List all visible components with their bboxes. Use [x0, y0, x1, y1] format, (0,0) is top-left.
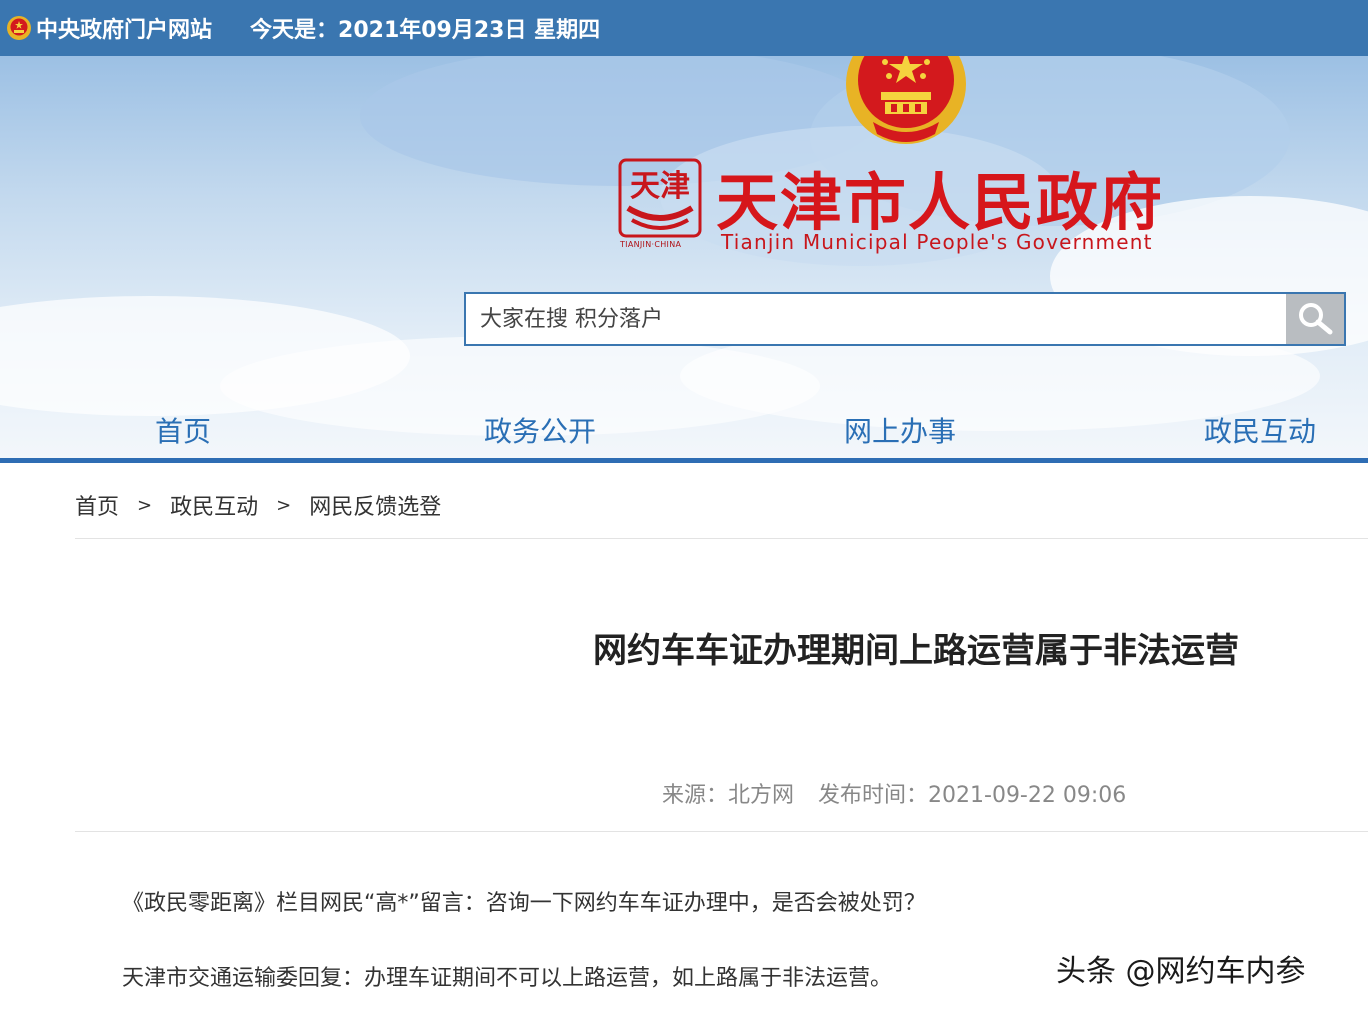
search-box [464, 292, 1346, 346]
site-title: 天津市人民政府 [716, 166, 1165, 239]
central-gov-portal-link[interactable]: 中央政府门户网站 [36, 12, 212, 44]
nav-home[interactable]: 首页 [155, 410, 211, 450]
national-emblem-logo [846, 56, 966, 144]
nav-online-services[interactable]: 网上办事 [844, 410, 956, 450]
svg-text:天津: 天津 [630, 169, 690, 204]
national-emblem-icon [7, 16, 31, 40]
article-paragraph: 《政民零距离》栏目网民“高*”留言：咨询一下网约车车证办理中，是否会被处罚？ [122, 891, 926, 916]
current-date: 今天是：2021年09月23日 星期四 [250, 18, 601, 43]
breadcrumb-separator: > [137, 494, 153, 516]
top-bar: 中央政府门户网站 今天是：2021年09月23日 星期四 [0, 0, 1368, 56]
divider [75, 831, 1368, 832]
article-paragraph: 天津市交通运输委回复：办理车证期间不可以上路运营，如上路属于非法运营。 [122, 966, 893, 991]
search-input[interactable] [466, 294, 1286, 344]
breadcrumb: 首页 > 政民互动 > 网民反馈选登 [75, 489, 441, 521]
divider [75, 538, 1368, 539]
article-title: 网约车车证办理期间上路运营属于非法运营 [593, 631, 1239, 671]
nav-gov-affairs[interactable]: 政务公开 [484, 410, 596, 450]
header-banner: 天津 TIANJIN·CHINA 天津市人民政府 Tianjin Municip… [0, 56, 1368, 458]
search-icon [1299, 303, 1333, 335]
banner-background-art [0, 56, 1368, 436]
nav-interaction[interactable]: 政民互动 [1204, 410, 1316, 450]
breadcrumb-separator: > [276, 494, 292, 516]
article-published-time: 发布时间：2021-09-22 09:06 [818, 783, 1127, 808]
breadcrumb-feedback[interactable]: 网民反馈选登 [309, 489, 441, 521]
article-area: 首页 > 政民互动 > 网民反馈选登 网约车车证办理期间上路运营属于非法运营 来… [0, 463, 1368, 1010]
tianjin-seal-logo: 天津 [618, 158, 702, 238]
main-nav: 首页 政务公开 网上办事 政民互动 [0, 400, 1368, 458]
breadcrumb-interaction[interactable]: 政民互动 [170, 489, 258, 521]
breadcrumb-home[interactable]: 首页 [75, 489, 119, 521]
site-subtitle: Tianjin Municipal People's Government [721, 230, 1153, 254]
seal-caption: TIANJIN·CHINA [620, 240, 682, 249]
article-meta: 来源：北方网 发布时间：2021-09-22 09:06 [662, 777, 1126, 809]
search-button[interactable] [1286, 294, 1344, 344]
watermark: 头条 @网约车内参 [1056, 954, 1306, 989]
article-source: 来源：北方网 [662, 783, 795, 808]
